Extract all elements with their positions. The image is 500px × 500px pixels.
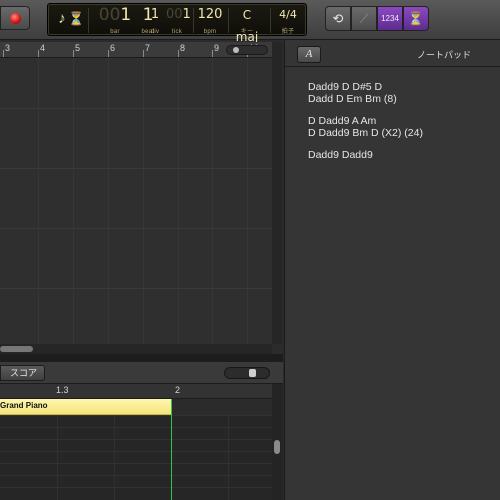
div-readout: 1 div bbox=[150, 7, 160, 35]
editor-vertical-scrollbar[interactable] bbox=[272, 384, 283, 500]
piano-roll-grid[interactable] bbox=[0, 415, 272, 500]
track-vertical-scrollbar[interactable] bbox=[272, 42, 282, 344]
notepad-title: ノートパッド bbox=[417, 50, 472, 60]
notepad-line: D Dadd9 A Am bbox=[308, 115, 377, 127]
tuner-button[interactable]: ⟋ bbox=[351, 6, 377, 31]
notepad-line: D Dadd9 Bm D (X2) (24) bbox=[308, 127, 423, 139]
record-button[interactable] bbox=[0, 6, 30, 30]
track-area[interactable] bbox=[0, 58, 272, 344]
metronome-icon[interactable]: ⏳ bbox=[68, 4, 84, 37]
font-button[interactable]: A bbox=[297, 46, 321, 63]
count-in-button[interactable]: 1234 bbox=[377, 6, 403, 31]
notepad-line: Dadd9 Dadd9 bbox=[308, 149, 373, 161]
region-name: Grand Piano bbox=[0, 401, 48, 410]
notepad-panel: A ノートパッド Dadd9 D D#5 D Dadd D Em Bm (8) … bbox=[284, 40, 500, 500]
metronome-button[interactable]: ⏳ bbox=[403, 6, 429, 31]
playhead[interactable] bbox=[171, 399, 172, 500]
tuning-fork-icon: ⟋ bbox=[359, 10, 369, 26]
track-zoom-slider[interactable] bbox=[226, 45, 268, 55]
key-readout[interactable]: C maj キー bbox=[232, 4, 262, 44]
notepad-line: Dadd9 D D#5 D bbox=[308, 81, 383, 93]
score-button[interactable]: スコア bbox=[0, 365, 45, 381]
lcd-display[interactable]: ♪ ⏳ 001 bar 1 beat 1 div 001 tick 120 bp… bbox=[47, 3, 307, 44]
record-icon bbox=[10, 13, 21, 24]
cycle-icon: ⟲ bbox=[332, 10, 344, 26]
count-in-label: 1234 bbox=[381, 14, 399, 23]
notepad-text[interactable]: Dadd9 D D#5 D Dadd D Em Bm (8) D Dadd9 A… bbox=[308, 81, 498, 161]
editor-ruler[interactable]: 1.3 2 bbox=[0, 384, 272, 399]
editor-zoom-slider[interactable] bbox=[224, 367, 270, 379]
pane-divider[interactable] bbox=[0, 354, 283, 362]
midi-region[interactable]: Grand Piano bbox=[0, 399, 172, 415]
notepad-line: Dadd D Em Bm (8) bbox=[308, 93, 397, 105]
notepad-header: A ノートパッド bbox=[285, 46, 500, 64]
time-signature-readout[interactable]: 4/4 拍子 bbox=[276, 4, 300, 37]
toolbar: ♪ ⏳ 001 bar 1 beat 1 div 001 tick 120 bp… bbox=[0, 0, 500, 44]
tick-readout: 001 tick bbox=[166, 7, 191, 35]
timeline-ruler[interactable]: 3 4 5 6 7 8 9 10 bbox=[0, 42, 272, 58]
notepad-divider bbox=[285, 66, 500, 67]
mode-buttons: ⟲ ⟋ 1234 ⏳ bbox=[325, 6, 429, 31]
tempo-readout[interactable]: 120 bpm bbox=[196, 4, 224, 37]
metronome-icon: ⏳ bbox=[407, 10, 425, 26]
cycle-button[interactable]: ⟲ bbox=[325, 6, 351, 31]
track-horizontal-scrollbar[interactable] bbox=[0, 344, 272, 354]
daw-window: { "toolbar": { "record_icon": "record-ic… bbox=[0, 0, 500, 500]
bar-readout: 001 bar bbox=[98, 5, 132, 35]
editor-header: スコア bbox=[0, 362, 283, 384]
